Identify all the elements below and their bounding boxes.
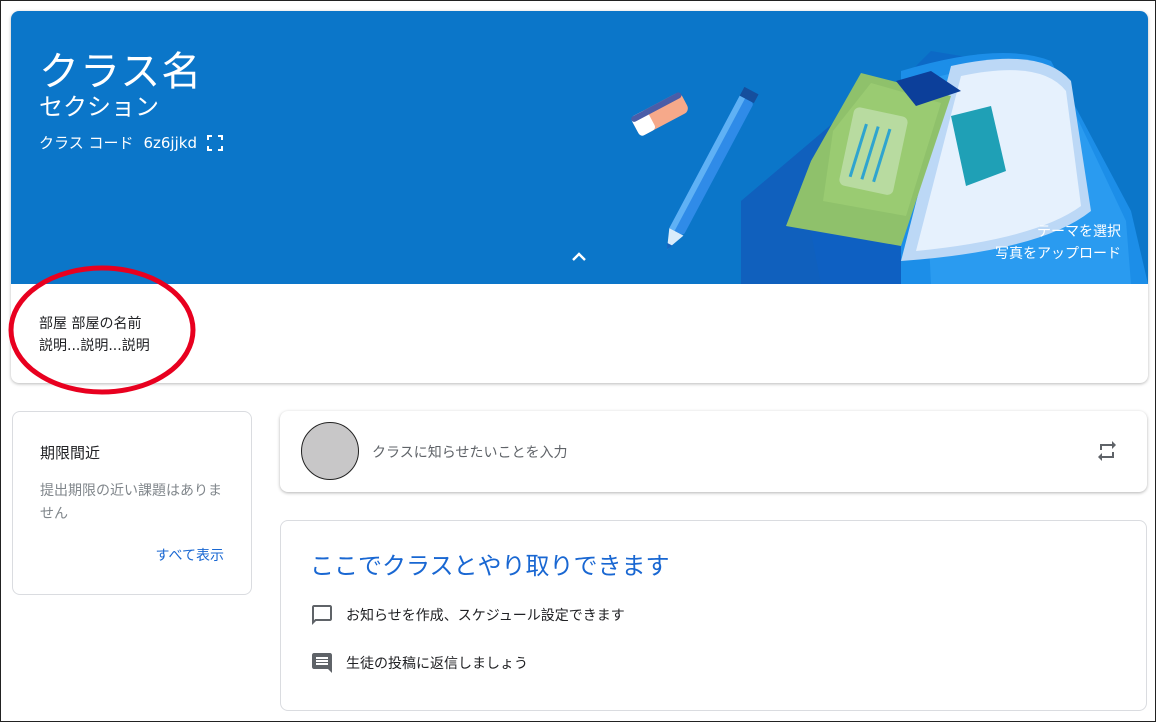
select-theme-link[interactable]: テーマを選択 — [995, 221, 1121, 243]
chevron-up-icon[interactable] — [569, 247, 589, 267]
info-item: 生徒の投稿に返信しましょう — [310, 651, 528, 675]
info-card: ここでクラスとやり取りできます お知らせを作成、スケジュール設定できます 生徒の… — [280, 520, 1147, 711]
class-code-value: 6z6jjkd — [143, 133, 197, 152]
comment-icon — [312, 653, 332, 673]
upcoming-empty-text: 提出期限の近い課題はありません — [40, 483, 222, 522]
view-all-link[interactable]: すべて表示 — [156, 545, 224, 565]
room-name: 部屋 部屋の名前 — [39, 316, 142, 332]
room-info: 部屋 部屋の名前 説明...説明...説明 — [39, 313, 150, 357]
class-code-label: クラス コード — [39, 134, 134, 152]
upcoming-title: 期限間近 — [40, 444, 101, 462]
info-item: お知らせを作成、スケジュール設定できます — [310, 603, 625, 627]
info-item-text: 生徒の投稿に返信しましょう — [346, 656, 528, 672]
avatar — [301, 422, 359, 480]
repost-icon[interactable] — [1095, 439, 1119, 463]
class-section: セクション — [39, 93, 159, 121]
class-code-row: クラス コード 6z6jjkd — [39, 132, 223, 153]
fullscreen-icon[interactable] — [206, 134, 223, 151]
room-description: 説明...説明...説明 — [39, 338, 150, 354]
upcoming-card: 期限間近 提出期限の近い課題はありません すべて表示 — [12, 411, 252, 595]
info-item-text: お知らせを作成、スケジュール設定できます — [346, 608, 625, 624]
class-banner: クラス名 セクション クラス コード 6z6jjkd テーマを選択 写真をアップ… — [11, 11, 1148, 284]
info-title: ここでクラスとやり取りできます — [310, 552, 670, 580]
announcement-composer[interactable]: クラスに知らせたいことを入力 — [280, 411, 1147, 492]
class-header-card: クラス名 セクション クラス コード 6z6jjkd テーマを選択 写真をアップ… — [11, 11, 1148, 383]
announcement-input[interactable]: クラスに知らせたいことを入力 — [372, 442, 567, 462]
upload-photo-link[interactable]: 写真をアップロード — [995, 243, 1121, 265]
chat-bubble-icon — [312, 605, 332, 625]
theme-links: テーマを選択 写真をアップロード — [995, 221, 1121, 265]
classroom-page: クラス名 セクション クラス コード 6z6jjkd テーマを選択 写真をアップ… — [0, 0, 1156, 722]
